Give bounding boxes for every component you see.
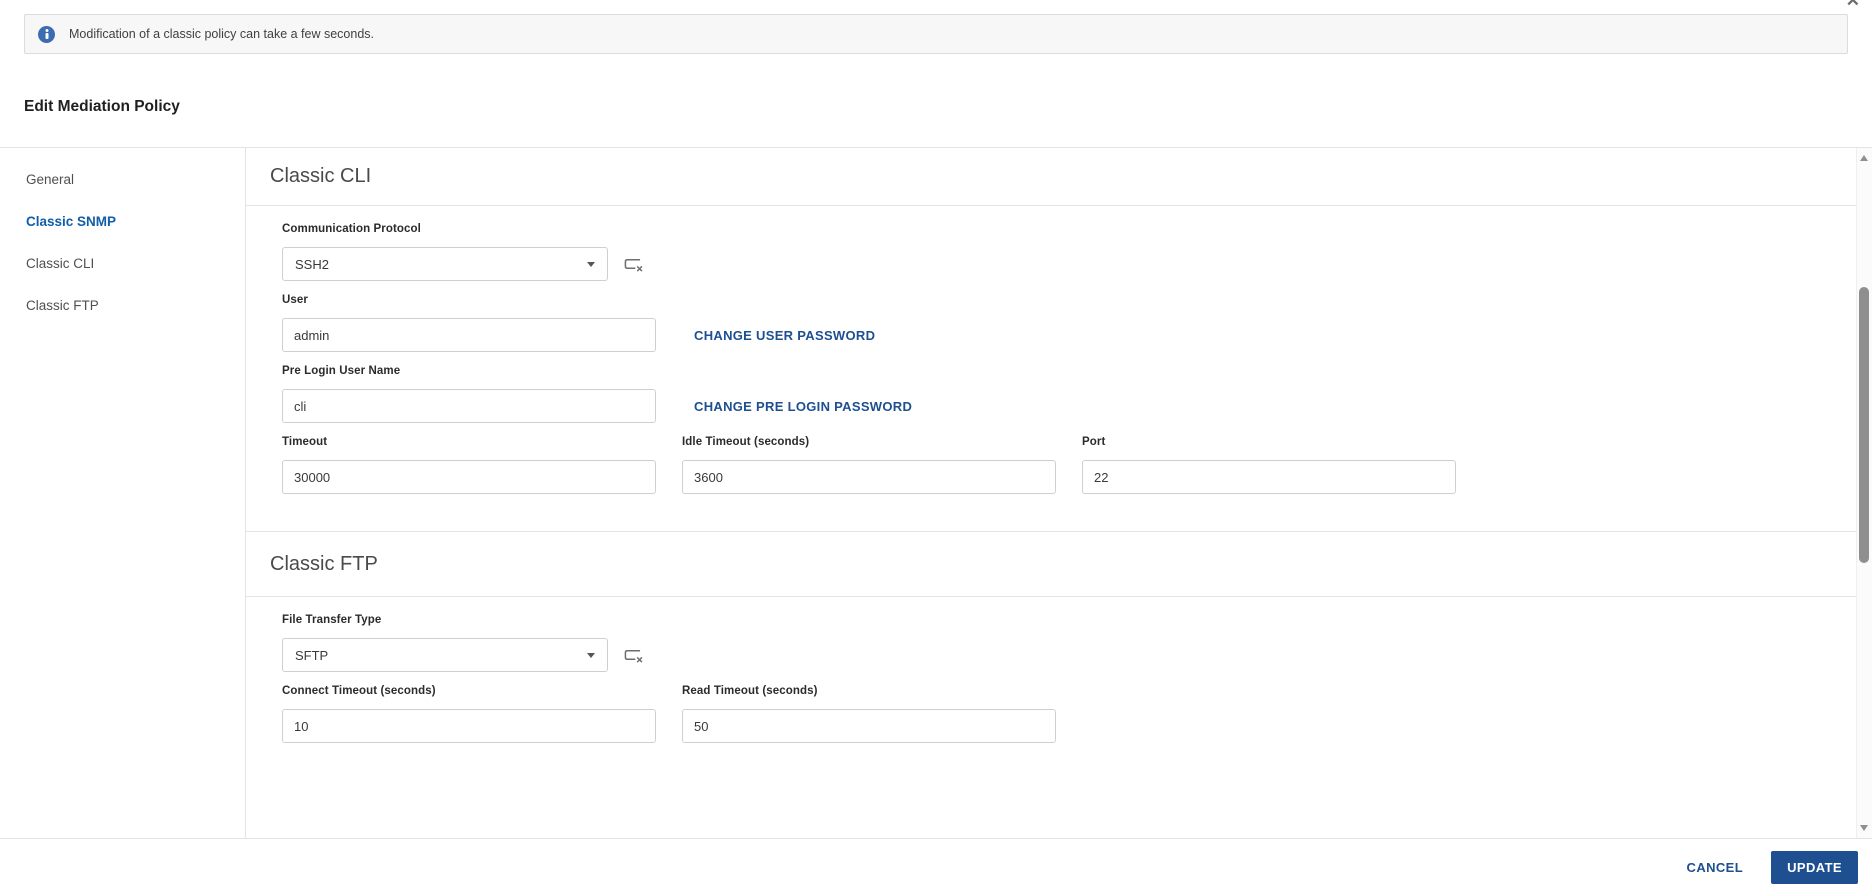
port-input[interactable] xyxy=(1082,460,1456,494)
user-input[interactable] xyxy=(282,318,656,352)
file-transfer-type-label: File Transfer Type xyxy=(282,614,382,626)
section-title-classic-cli: Classic CLI xyxy=(246,148,1856,206)
footer-bar: CANCEL UPDATE xyxy=(0,838,1872,896)
sidebar-item-classic-cli[interactable]: Classic CLI xyxy=(0,242,245,284)
timeout-field: Timeout xyxy=(282,436,656,494)
cancel-button[interactable]: CANCEL xyxy=(1687,860,1744,875)
sidebar-item-classic-ftp[interactable]: Classic FTP xyxy=(0,284,245,326)
banner-text: Modification of a classic policy can tak… xyxy=(69,27,375,41)
page-title: Edit Mediation Policy xyxy=(24,98,180,115)
change-user-password-link[interactable]: CHANGE USER PASSWORD xyxy=(694,328,875,343)
update-button[interactable]: UPDATE xyxy=(1771,851,1858,884)
file-transfer-type-value: SFTP xyxy=(295,647,329,663)
close-icon[interactable]: ✕ xyxy=(1846,0,1860,9)
ftp-timeouts-row: Connect Timeout (seconds) Read Timeout (… xyxy=(282,685,1856,743)
port-label: Port xyxy=(1082,436,1106,448)
scrollbar-track[interactable] xyxy=(1856,148,1872,838)
sidebar-item-classic-snmp[interactable]: Classic SNMP xyxy=(0,200,245,242)
content-panel: Classic CLI Communication Protocol SSH2 xyxy=(246,148,1856,838)
timeout-input[interactable] xyxy=(282,460,656,494)
idle-timeout-label: Idle Timeout (seconds) xyxy=(682,436,810,448)
connect-timeout-label: Connect Timeout (seconds) xyxy=(282,685,436,697)
communication-protocol-dropdown[interactable]: SSH2 xyxy=(282,247,608,281)
communication-protocol-field: Communication Protocol SSH2 xyxy=(282,223,1856,281)
idle-timeout-field: Idle Timeout (seconds) xyxy=(682,436,1056,494)
info-banner: Modification of a classic policy can tak… xyxy=(24,14,1848,54)
user-field: User CHANGE USER PASSWORD xyxy=(282,294,1856,352)
communication-protocol-value: SSH2 xyxy=(295,256,329,272)
connect-timeout-input[interactable] xyxy=(282,709,656,743)
pre-login-user-name-input[interactable] xyxy=(282,389,656,423)
idle-timeout-input[interactable] xyxy=(682,460,1056,494)
cli-timeouts-row: Timeout Idle Timeout (seconds) Port xyxy=(282,436,1856,494)
clear-field-icon[interactable] xyxy=(622,256,643,273)
read-timeout-input[interactable] xyxy=(682,709,1056,743)
main-area: General Classic SNMP Classic CLI Classic… xyxy=(0,147,1872,838)
timeout-label: Timeout xyxy=(282,436,328,448)
scroll-up-arrow[interactable] xyxy=(1860,155,1868,161)
clear-field-icon[interactable] xyxy=(622,647,643,664)
pre-login-user-name-label: Pre Login User Name xyxy=(282,365,401,377)
edit-mediation-policy-page: { "banner": { "text": "Modification of a… xyxy=(0,0,1872,896)
section-classic-ftp: Classic FTP File Transfer Type SFTP Conn… xyxy=(246,531,1856,778)
section-title-classic-ftp: Classic FTP xyxy=(246,532,1856,597)
pre-login-user-name-field: Pre Login User Name CHANGE PRE LOGIN PAS… xyxy=(282,365,1856,423)
caret-down-icon xyxy=(587,262,595,267)
scroll-down-arrow[interactable] xyxy=(1860,825,1868,831)
read-timeout-field: Read Timeout (seconds) xyxy=(682,685,1056,743)
file-transfer-type-field: File Transfer Type SFTP xyxy=(282,614,1856,672)
caret-down-icon xyxy=(587,653,595,658)
change-pre-login-password-link[interactable]: CHANGE PRE LOGIN PASSWORD xyxy=(694,399,912,414)
sidebar-item-general[interactable]: General xyxy=(0,158,245,200)
read-timeout-label: Read Timeout (seconds) xyxy=(682,685,818,697)
scrollbar-thumb[interactable] xyxy=(1859,287,1869,563)
section-classic-cli: Classic CLI Communication Protocol SSH2 xyxy=(246,148,1856,531)
file-transfer-type-dropdown[interactable]: SFTP xyxy=(282,638,608,672)
info-icon xyxy=(38,25,55,43)
sidebar: General Classic SNMP Classic CLI Classic… xyxy=(0,148,246,838)
port-field: Port xyxy=(1082,436,1456,494)
connect-timeout-field: Connect Timeout (seconds) xyxy=(282,685,656,743)
communication-protocol-label: Communication Protocol xyxy=(282,223,421,235)
user-label: User xyxy=(282,294,308,306)
